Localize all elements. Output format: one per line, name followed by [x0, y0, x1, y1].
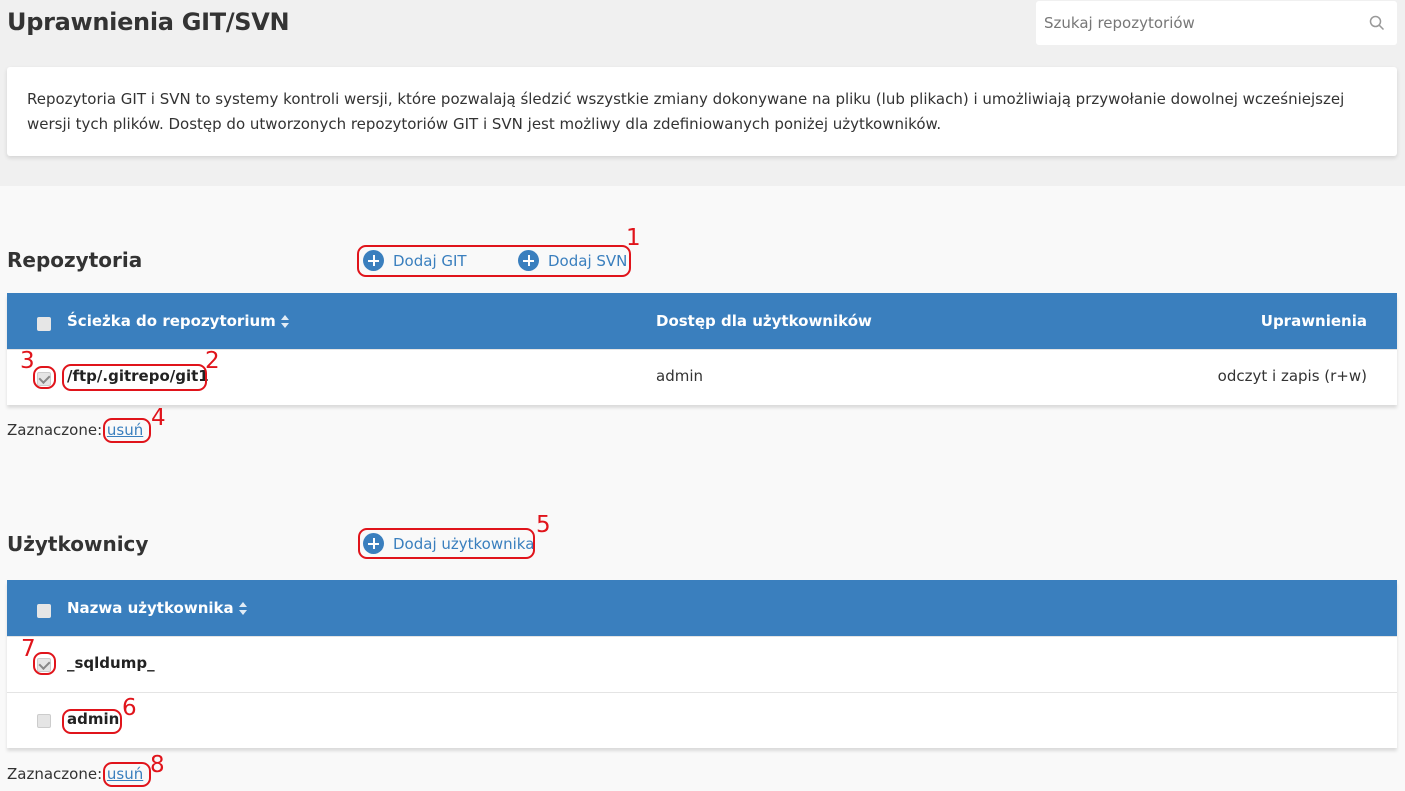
username[interactable]: _sqldump_ [67, 654, 155, 672]
row-checkbox[interactable] [37, 658, 51, 672]
table-header: Ścieżka do repozytorium Dostęp dla użytk… [7, 293, 1397, 349]
users-selected-actions: Zaznaczone: usuń [7, 765, 143, 783]
add-git-label: Dodaj GIT [393, 251, 467, 270]
users-table: Nazwa użytkownika _sqldump_ admin [7, 580, 1397, 748]
delete-repositories-link[interactable]: usuń [107, 421, 143, 439]
table-row[interactable]: admin [7, 692, 1397, 748]
table-row[interactable]: /ftp/.gitrepo/git1 admin odczyt i zapis … [7, 349, 1397, 405]
search-box[interactable] [1036, 1, 1397, 45]
username[interactable]: admin [67, 710, 119, 728]
repositories-selected-actions: Zaznaczone: usuń [7, 421, 143, 439]
column-header-username[interactable]: Nazwa użytkownika [67, 599, 247, 617]
add-git-button[interactable]: Dodaj GIT [363, 250, 467, 271]
annotation-number: 1 [626, 225, 641, 251]
repository-path[interactable]: /ftp/.gitrepo/git1 [67, 367, 209, 385]
column-header-path[interactable]: Ścieżka do repozytorium [67, 312, 289, 330]
column-header-users: Dostęp dla użytkowników [656, 312, 872, 330]
repositories-title: Repozytoria [7, 248, 143, 272]
annotation-number: 5 [536, 512, 551, 538]
description-panel: Repozytoria GIT i SVN to systemy kontrol… [7, 67, 1397, 156]
selected-label: Zaznaczone: [7, 765, 103, 783]
selected-label: Zaznaczone: [7, 421, 103, 439]
table-header: Nazwa użytkownika [7, 580, 1397, 636]
add-svn-label: Dodaj SVN [548, 251, 628, 270]
plus-circle-icon [363, 250, 384, 271]
annotation-number: 8 [150, 752, 165, 778]
description-text: Repozytoria GIT i SVN to systemy kontrol… [27, 90, 1345, 133]
add-user-label: Dodaj użytkownika [393, 534, 535, 553]
column-header-permissions: Uprawnienia [1260, 312, 1367, 330]
add-svn-button[interactable]: Dodaj SVN [518, 250, 627, 271]
add-user-button[interactable]: Dodaj użytkownika [363, 533, 534, 554]
users-title: Użytkownicy [7, 532, 149, 556]
sort-icon[interactable] [238, 602, 247, 615]
select-all-checkbox[interactable] [37, 317, 51, 331]
search-icon[interactable] [1369, 15, 1385, 31]
table-row[interactable]: _sqldump_ [7, 636, 1397, 692]
row-checkbox[interactable] [37, 372, 51, 386]
column-header-username-label: Nazwa użytkownika [67, 599, 234, 617]
repositories-table: Ścieżka do repozytorium Dostęp dla użytk… [7, 293, 1397, 405]
annotation-number: 4 [151, 405, 166, 431]
plus-circle-icon [518, 250, 539, 271]
search-input[interactable] [1036, 1, 1356, 45]
repository-users: admin [656, 367, 703, 385]
column-header-path-label: Ścieżka do repozytorium [67, 312, 276, 330]
repository-permissions: odczyt i zapis (r+w) [1217, 367, 1367, 385]
row-checkbox[interactable] [37, 714, 51, 728]
plus-circle-icon [363, 533, 384, 554]
sort-icon[interactable] [280, 315, 289, 328]
page-title: Uprawnienia GIT/SVN [7, 8, 290, 36]
delete-users-link[interactable]: usuń [107, 765, 143, 783]
select-all-checkbox[interactable] [37, 604, 51, 618]
